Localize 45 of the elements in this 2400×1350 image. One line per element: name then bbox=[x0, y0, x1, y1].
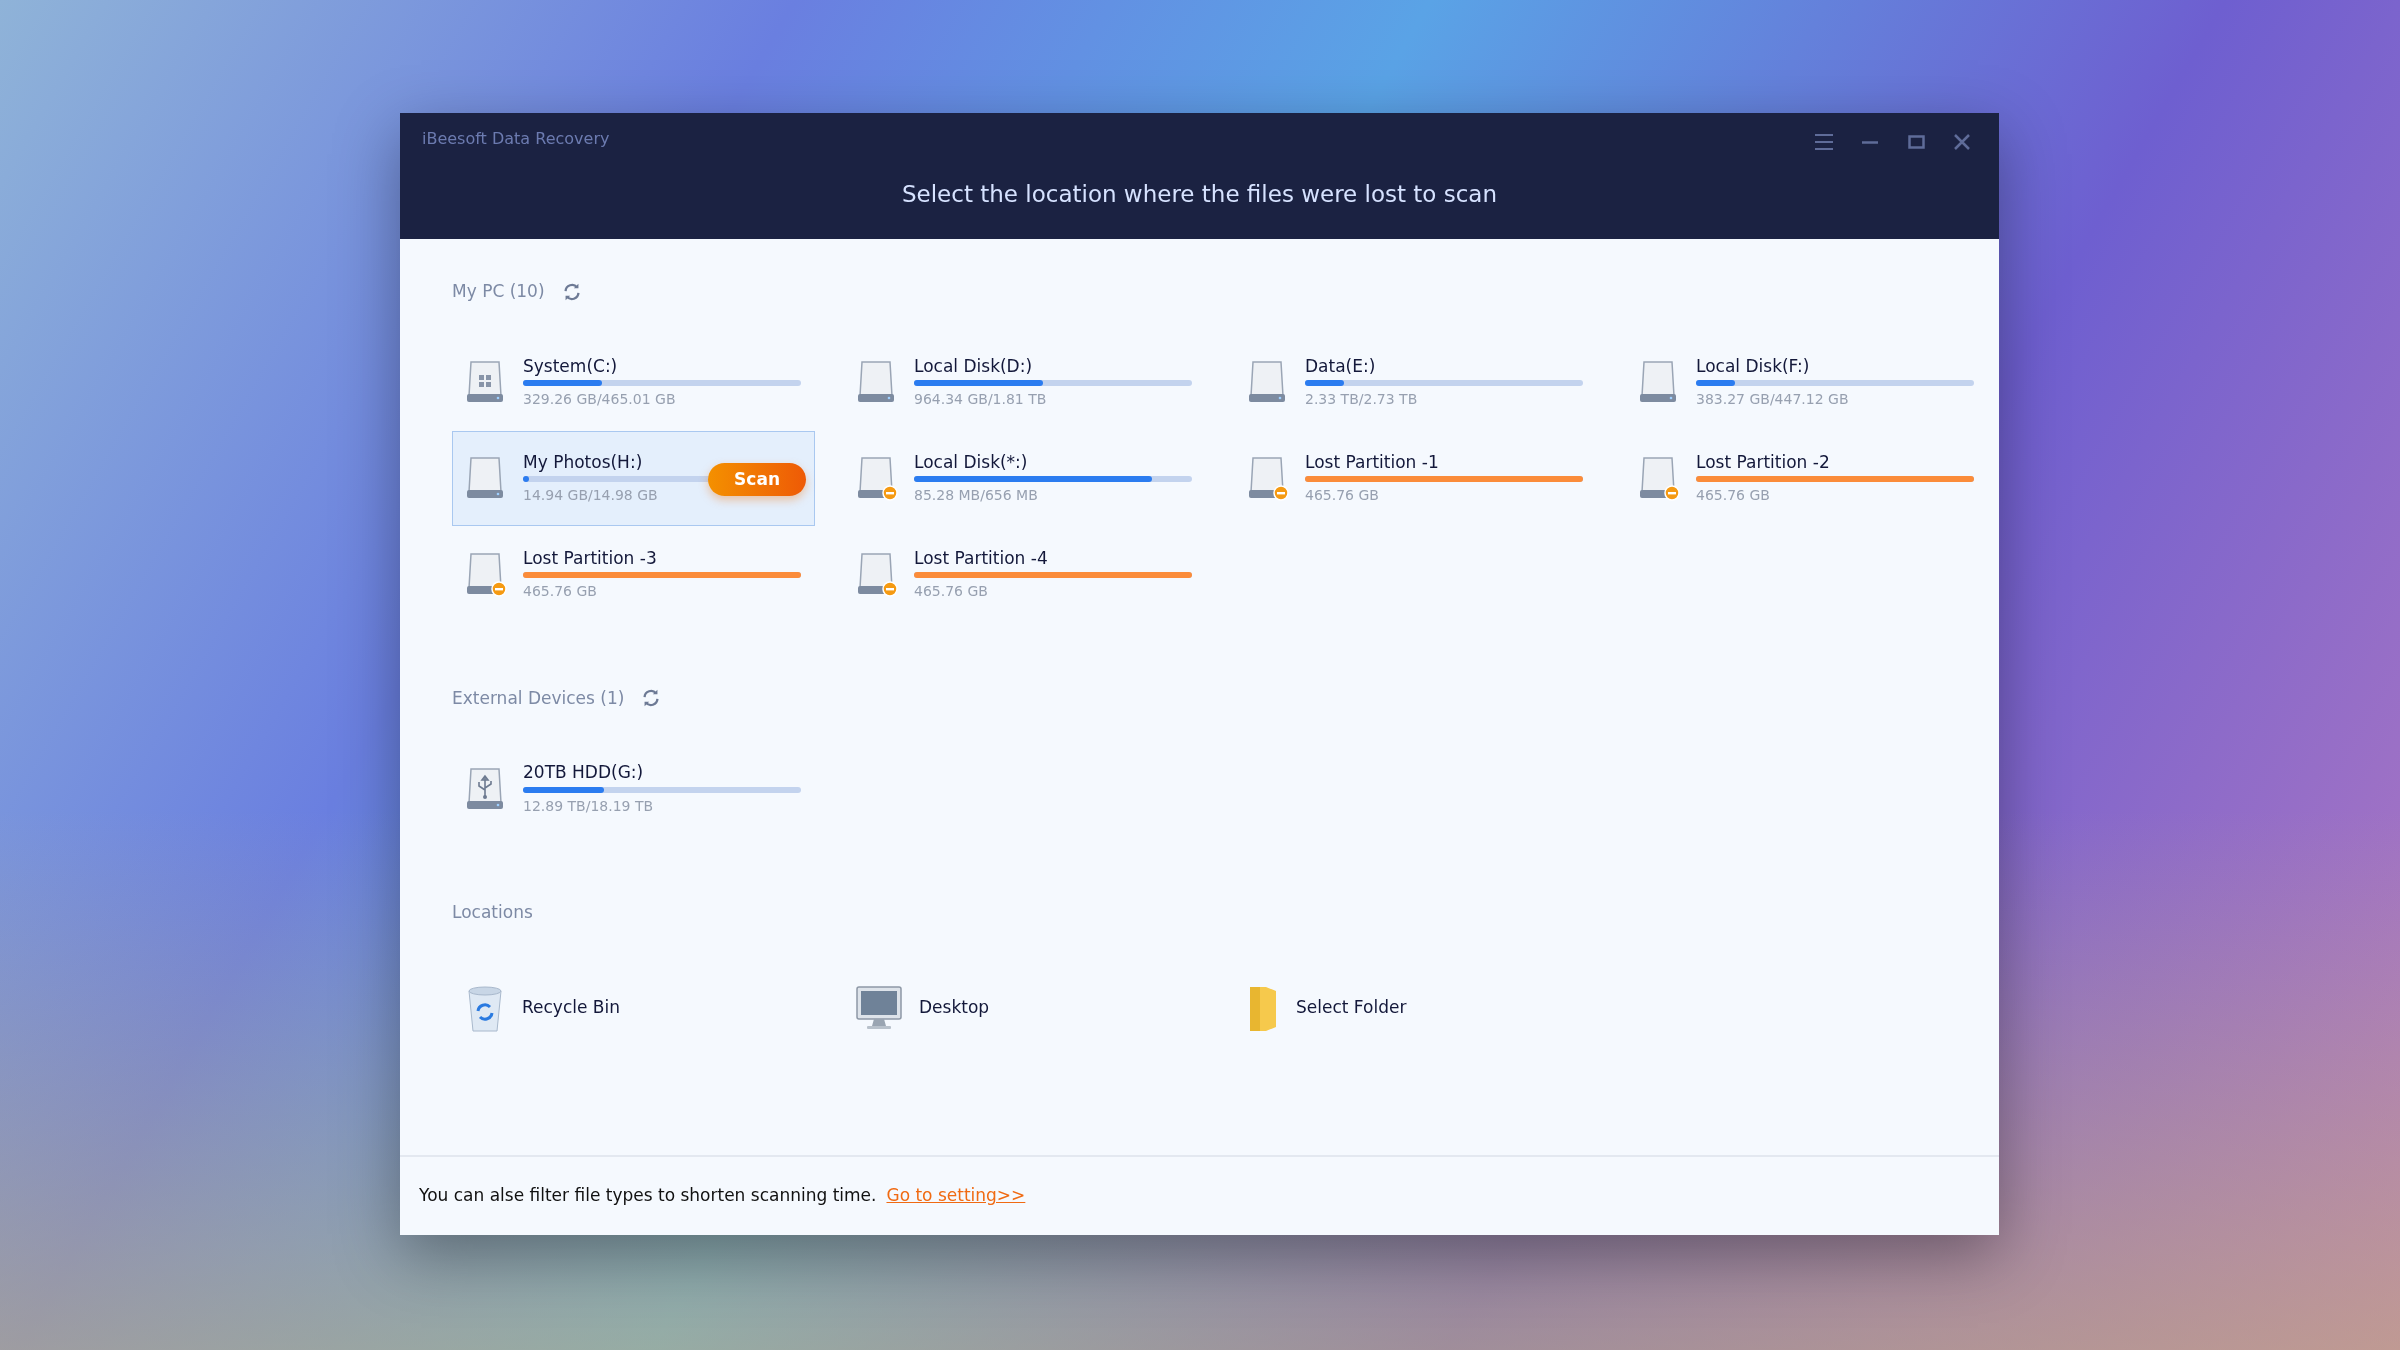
drive-item[interactable]: System(C:) 329.26 GB/465.01 GB bbox=[452, 334, 815, 430]
drive-name: Lost Partition -4 bbox=[914, 547, 1049, 569]
drive-size: 465.76 GB bbox=[1696, 486, 1771, 505]
drive-size: 2.33 TB/2.73 TB bbox=[1305, 390, 1419, 409]
location-name: Select Folder bbox=[1296, 995, 1407, 1019]
drive-item[interactable]: Lost Partition -4 465.76 GB bbox=[843, 526, 1206, 622]
drive-name: Local Disk(*:) bbox=[914, 451, 1029, 473]
drive-item[interactable]: Lost Partition -2 465.76 GB bbox=[1625, 430, 1988, 526]
drive-name: System(C:) bbox=[523, 355, 619, 377]
drive-item[interactable]: My Photos(H:) 14.94 GB/14.98 GB Scan bbox=[452, 430, 815, 526]
drive-item[interactable]: Local Disk(*:) 85.28 MB/656 MB bbox=[843, 430, 1206, 526]
drive-size: 465.76 GB bbox=[914, 582, 989, 601]
drive-size: 465.76 GB bbox=[523, 582, 598, 601]
drive-name: My Photos(H:) bbox=[523, 451, 644, 473]
section-label: Locations bbox=[452, 901, 533, 924]
drive-item[interactable]: 20TB HDD(G:) 12.89 TB/18.19 TB bbox=[452, 741, 815, 836]
drive-item[interactable]: Lost Partition -1 465.76 GB bbox=[1234, 430, 1597, 526]
page-heading: Select the location where the files were lost to scan bbox=[900, 180, 1499, 209]
drive-size: 12.89 TB/18.19 TB bbox=[523, 796, 655, 815]
location-item[interactable]: Select Folder bbox=[1234, 967, 1597, 1048]
drive-name: Data(E:) bbox=[1305, 355, 1377, 377]
drive-item[interactable]: Data(E:) 2.33 TB/2.73 TB bbox=[1234, 334, 1597, 430]
location-item[interactable]: Desktop bbox=[843, 967, 1206, 1048]
location-name: Desktop bbox=[919, 995, 990, 1019]
drive-name: 20TB HDD(G:) bbox=[523, 762, 645, 783]
drive-item[interactable]: Local Disk(F:) 383.27 GB/447.12 GB bbox=[1625, 334, 1988, 430]
drive-size: 85.28 MB/656 MB bbox=[914, 486, 1039, 505]
drive-size: 465.76 GB bbox=[1305, 486, 1380, 505]
drive-name: Lost Partition -2 bbox=[1696, 451, 1831, 473]
drive-size: 14.94 GB/14.98 GB bbox=[523, 486, 659, 505]
drive-item[interactable]: Local Disk(D:) 964.34 GB/1.81 TB bbox=[843, 334, 1206, 430]
location-name: Recycle Bin bbox=[522, 995, 620, 1019]
drive-name: Local Disk(F:) bbox=[1696, 355, 1811, 377]
window-title: iBeesoft Data Recovery bbox=[422, 128, 610, 150]
section-label: External Devices (1) bbox=[452, 686, 625, 710]
footer-hint: You can alse filter file types to shorten scanning time. bbox=[419, 1184, 877, 1208]
drive-name: Lost Partition -1 bbox=[1305, 451, 1440, 473]
drive-item[interactable]: Lost Partition -3 465.76 GB bbox=[452, 526, 815, 622]
drive-size: 329.26 GB/465.01 GB bbox=[523, 390, 677, 409]
location-item[interactable]: Recycle Bin bbox=[452, 967, 815, 1048]
drive-size: 964.34 GB/1.81 TB bbox=[914, 390, 1048, 409]
section-label: My PC (10) bbox=[452, 280, 545, 303]
drive-size: 383.27 GB/447.12 GB bbox=[1696, 390, 1850, 409]
drive-name: Local Disk(D:) bbox=[914, 355, 1034, 377]
drive-name: Lost Partition -3 bbox=[523, 547, 658, 569]
